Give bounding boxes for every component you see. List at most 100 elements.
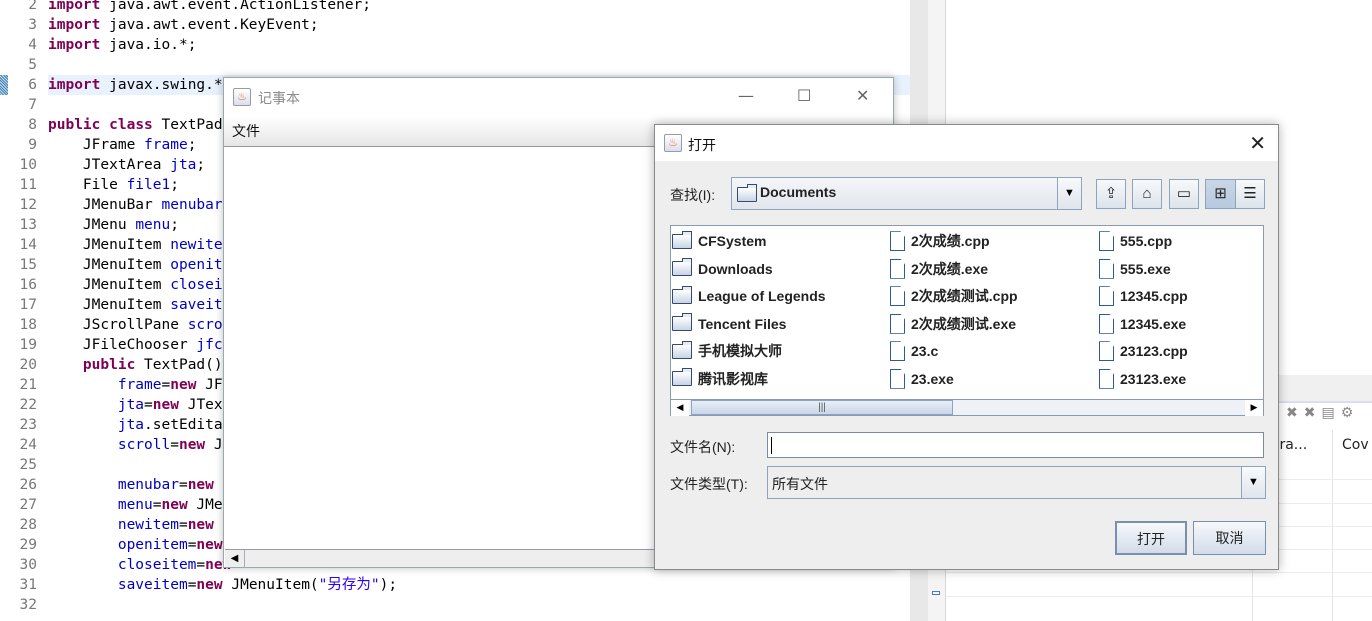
code-token: new <box>187 477 214 493</box>
dialog-title-bar[interactable]: ♨ 打开 ✕ <box>655 125 1278 161</box>
code-line[interactable]: 32 <box>0 595 910 615</box>
scrollbar-thumb[interactable]: ||| <box>691 400 953 415</box>
code-token: JTex <box>178 397 223 413</box>
file-item[interactable]: 23.exe <box>890 366 954 390</box>
folder-item[interactable]: 手机模拟大师 <box>672 338 782 362</box>
item-name: 23123.cpp <box>1120 343 1188 360</box>
details-view-icon: ☰ <box>1243 185 1257 202</box>
code-line[interactable]: 2 import java.awt.event.ActionListener; <box>0 0 910 15</box>
line-number: 15 <box>19 257 37 273</box>
file-icon <box>1099 258 1114 279</box>
column-header-covered[interactable]: Cov <box>1342 437 1369 453</box>
scroll-right-icon[interactable]: ▶ <box>1245 400 1263 416</box>
code-token: = <box>170 437 179 453</box>
folder-item[interactable]: Tencent Files <box>672 311 786 335</box>
folder-item[interactable]: CFSystem <box>672 228 766 252</box>
code-token: TextPad() <box>135 357 223 373</box>
code-token: jta <box>117 417 145 433</box>
details-view-button[interactable]: ☰ <box>1235 179 1265 209</box>
code-token: JMenu <box>48 217 136 233</box>
folder-item[interactable]: League of Legends <box>672 283 826 307</box>
new-folder-button[interactable]: ▭ <box>1169 179 1199 209</box>
line-number: 14 <box>19 237 37 253</box>
code-token: jfc <box>196 337 223 353</box>
notepad-title-bar[interactable]: ♨ 记事本 — ☐ ✕ <box>224 78 893 116</box>
folder-item[interactable]: Downloads <box>672 256 773 280</box>
minimize-button[interactable]: — <box>738 86 754 105</box>
view-toolbar: ✖✖▤⚙ <box>1286 405 1359 421</box>
new-folder-icon: ▭ <box>1176 185 1192 202</box>
file-item[interactable]: 23.c <box>890 338 938 362</box>
item-name: 23.c <box>911 343 939 360</box>
remove-icon[interactable]: ✖ <box>1286 405 1304 421</box>
close-button[interactable]: ✕ <box>856 86 869 105</box>
up-folder-button[interactable]: ⇪ <box>1096 179 1126 209</box>
file-item[interactable]: 555.cpp <box>1099 228 1172 252</box>
file-list-horizontal-scrollbar[interactable]: ◀ ||| ▶ <box>671 399 1263 416</box>
file-list[interactable]: ◀ ||| ▶ CFSystem Downloads League of Legen… <box>670 225 1264 416</box>
overview-marker[interactable] <box>932 591 940 595</box>
cancel-button[interactable]: 取消 <box>1193 521 1266 555</box>
code-line[interactable]: 5 <box>0 55 910 75</box>
file-item[interactable]: 2次成绩.cpp <box>890 228 990 252</box>
chevron-down-icon[interactable]: ▼ <box>1057 178 1081 209</box>
chevron-down-icon[interactable]: ▼ <box>1241 467 1265 498</box>
file-item[interactable]: 2次成绩测试.cpp <box>890 283 1018 307</box>
filename-input[interactable] <box>767 432 1264 458</box>
code-token: JMenuItem( <box>222 577 319 593</box>
code-line[interactable]: 3 import java.awt.event.KeyEvent; <box>0 15 910 35</box>
list-view-button[interactable]: ⊞ <box>1205 179 1236 209</box>
collapse-icon[interactable]: ▤ <box>1321 405 1340 421</box>
code-token: import <box>48 17 101 33</box>
remove-all-icon[interactable]: ✖ <box>1304 405 1322 421</box>
menu-file[interactable]: 文件 <box>232 121 260 141</box>
code-text: saveitem=new JMenuItem("另存为"); <box>48 575 910 595</box>
code-line[interactable]: 4 import java.io.*; <box>0 35 910 55</box>
close-icon[interactable]: ✕ <box>1249 131 1266 156</box>
code-text: import java.awt.event.KeyEvent; <box>48 15 910 35</box>
code-token: java.awt.event.ActionListener; <box>100 0 372 13</box>
code-token: menubar <box>117 477 179 493</box>
file-item[interactable]: 12345.cpp <box>1099 283 1188 307</box>
code-token: new <box>170 377 197 393</box>
code-token: JF <box>196 377 223 393</box>
maximize-button[interactable]: ☐ <box>797 86 811 105</box>
settings-icon[interactable]: ⚙ <box>1341 405 1360 421</box>
file-item[interactable]: 2次成绩测试.exe <box>890 311 1016 335</box>
code-token: file1 <box>126 177 171 193</box>
line-number: 9 <box>28 137 37 153</box>
grid-line <box>946 596 1372 597</box>
scroll-left-icon[interactable]: ◀ <box>671 400 689 416</box>
file-item[interactable]: 2次成绩.exe <box>890 256 988 280</box>
code-token: import <box>48 37 101 53</box>
filetype-label: 文件类型(T): <box>670 476 748 492</box>
file-item[interactable]: 23123.exe <box>1099 366 1186 390</box>
file-item[interactable]: 555.exe <box>1099 256 1171 280</box>
filetype-combo[interactable]: 所有文件 ▼ <box>767 466 1266 499</box>
code-token: JMenuItem <box>48 237 171 253</box>
look-in-combo[interactable]: Documents ▼ <box>731 177 1082 210</box>
code-token: closei <box>170 277 223 293</box>
scroll-left-icon[interactable]: ◀ <box>225 550 245 567</box>
change-marker <box>0 75 8 95</box>
line-number: 16 <box>19 277 37 293</box>
code-line[interactable]: 31 saveitem=new JMenuItem("另存为"); <box>0 575 910 595</box>
code-token: JTextArea <box>48 157 171 173</box>
code-token: new <box>161 497 188 513</box>
filetype-value: 所有文件 <box>772 476 828 492</box>
code-token: saveitem <box>117 577 188 593</box>
file-item[interactable]: 12345.exe <box>1099 311 1186 335</box>
home-button[interactable]: ⌂ <box>1132 179 1162 209</box>
folder-item[interactable]: 腾讯影视库 <box>672 366 768 390</box>
open-button[interactable]: 打开 <box>1115 521 1187 555</box>
folder-icon <box>672 230 692 249</box>
item-name: 2次成绩.cpp <box>911 233 990 250</box>
line-number: 30 <box>19 557 37 573</box>
file-item[interactable]: 23123.cpp <box>1099 338 1188 362</box>
line-number: 5 <box>28 57 37 73</box>
